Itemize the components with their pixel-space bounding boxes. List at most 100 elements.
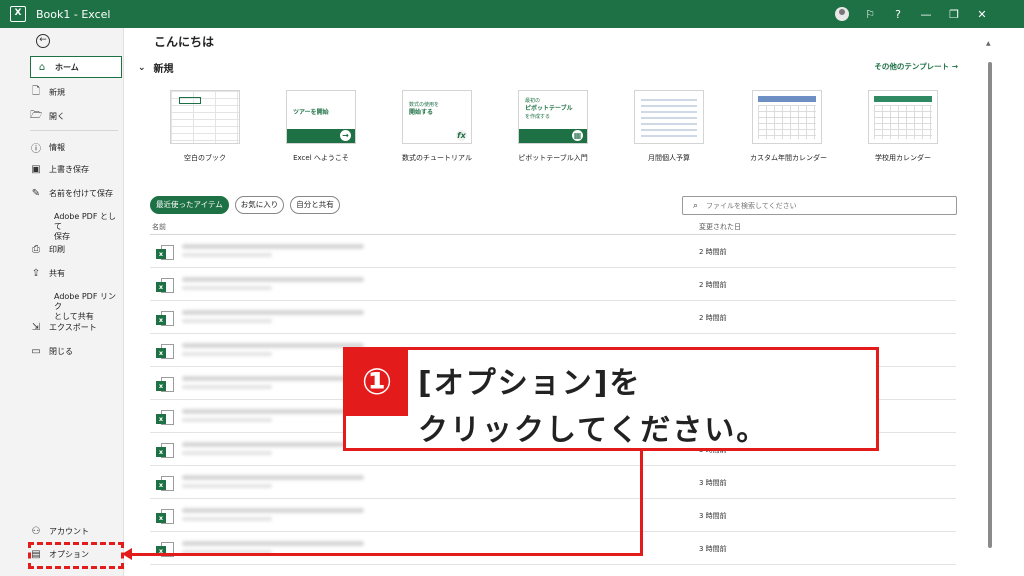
thumbnail-calendar-header [758, 96, 816, 102]
sidebar-item-label: 上書き保存 [49, 165, 89, 174]
back-arrow-icon[interactable]: ← [36, 34, 50, 48]
table-row[interactable]: x3 時間前 [150, 532, 956, 565]
scroll-up-arrow-icon[interactable]: ▲ [986, 40, 991, 47]
blurred-file-path [182, 517, 272, 521]
blurred-file-name [182, 475, 364, 480]
tab-favorites[interactable]: お気に入り [234, 196, 285, 214]
template-thumbnail [868, 90, 938, 144]
help-button[interactable]: ? [884, 0, 912, 28]
close-window-button[interactable]: ✕ [968, 0, 996, 28]
table-row[interactable]: x3 時間前 [150, 499, 956, 532]
table-row[interactable]: x 2 時間前 [150, 235, 956, 268]
thumbnail-text: 数式の使用を [409, 102, 440, 108]
blurred-file-name [182, 508, 364, 513]
sidebar-item-open[interactable]: 🗁 開く [30, 108, 122, 125]
modified-time: 2 時間前 [699, 248, 727, 256]
template-formula-tutorial[interactable]: 数式の使用を 開始する fx 数式のチュートリアル [400, 90, 474, 163]
template-welcome-to-excel[interactable]: ツアーを開始 → Excel へようこそ [284, 90, 358, 163]
scroll-thumb[interactable] [988, 62, 992, 548]
sidebar-divider [30, 130, 118, 131]
blurred-file-name [182, 343, 364, 348]
sidebar-item-print[interactable]: ⎙ 印刷 [30, 244, 122, 255]
pivot-icon: ▦ [572, 130, 583, 141]
account-avatar-button[interactable] [828, 0, 856, 28]
sidebar-item-label: Adobe PDF リンク [54, 292, 116, 311]
sidebar-item-home[interactable]: ⌂ ホーム [30, 56, 122, 78]
new-document-icon: 🗋 [31, 86, 41, 97]
thumbnail-calendar-grid [874, 105, 932, 139]
home-icon: ⌂ [38, 61, 46, 73]
sidebar-item-adobe-pdf-save[interactable]: Adobe PDF として 保存 [30, 212, 122, 242]
column-header-name[interactable]: 名前 [152, 222, 166, 232]
template-label: 月間個人予算 [648, 154, 690, 162]
blurred-file-path [182, 352, 272, 356]
template-thumbnail: ツアーを開始 → [286, 90, 356, 144]
thumbnail-calendar-header [874, 96, 932, 102]
blurred-file-name [182, 541, 364, 546]
restore-button[interactable]: ❐ [940, 0, 968, 28]
info-icon: ⓘ [31, 144, 41, 155]
template-annual-calendar[interactable]: カスタム年間カレンダー [750, 90, 827, 163]
chevron-down-icon: ⌄ [138, 62, 146, 73]
template-label: 数式のチュートリアル [402, 154, 472, 162]
sidebar-item-close[interactable]: ▭ 閉じる [30, 346, 122, 357]
blurred-file-name [182, 277, 364, 282]
table-row[interactable]: x 2 時間前 [150, 268, 956, 301]
sidebar-item-info[interactable]: ⓘ 情報 [30, 140, 122, 155]
more-templates-link[interactable]: その他のテンプレート → [874, 61, 958, 72]
blurred-file-path [182, 418, 272, 422]
window-title: Book1 - Excel [36, 7, 111, 21]
new-section-header[interactable]: ⌄ 新規 [138, 60, 174, 76]
save-icon: ▣ [31, 164, 41, 175]
template-label: 空白のブック [184, 154, 226, 162]
sidebar-item-share[interactable]: ⇪ 共有 [30, 268, 122, 279]
blurred-file-name [182, 310, 364, 315]
excel-file-icon: x [156, 278, 174, 294]
sidebar-item-new[interactable]: 🗋 新規 [30, 84, 122, 101]
instruction-callout: ① [オプション]を クリックしてください。 [343, 347, 879, 451]
sidebar-item-label: 共有 [49, 269, 65, 278]
search-input[interactable] [706, 201, 927, 210]
template-label: Excel へようこそ [293, 154, 349, 162]
minimize-button[interactable]: — [912, 0, 940, 28]
step-number-badge: ① [346, 350, 408, 416]
vertical-scrollbar[interactable]: ▲ [986, 40, 994, 576]
excel-file-icon: x [156, 311, 174, 327]
sidebar-item-label: 新規 [49, 88, 65, 97]
tab-shared-with-me[interactable]: 自分と共有 [290, 196, 340, 214]
thumbnail-text: ツアーを開始 [293, 109, 329, 116]
close-folder-icon: ▭ [31, 346, 41, 357]
blurred-file-name [182, 376, 364, 381]
template-pivot-table-intro[interactable]: 最初の ピボットテーブル を作成する ▦ ピボットテーブル入門 [516, 90, 590, 163]
template-school-calendar[interactable]: 学校用カレンダー [866, 90, 940, 163]
sidebar-item-account[interactable]: ⚇ アカウント [30, 526, 122, 537]
thumbnail-text: を作成する [525, 114, 551, 120]
minimize-icon: — [920, 7, 932, 21]
blurred-file-path [182, 253, 272, 257]
sidebar-item-save[interactable]: ▣ 上書き保存 [30, 164, 122, 175]
save-as-icon: ✎ [31, 188, 41, 199]
sidebar-item-label: 情報 [49, 143, 65, 152]
table-row[interactable]: x3 時間前 [150, 466, 956, 499]
blurred-file-path [182, 286, 272, 290]
tab-recent[interactable]: 最近使ったアイテム [150, 196, 229, 214]
column-header-modified[interactable]: 変更された日 [699, 222, 741, 232]
table-row[interactable]: x 2 時間前 [150, 301, 956, 334]
sidebar-item-save-as[interactable]: ✎ 名前を付けて保存 [30, 188, 122, 199]
template-label: カスタム年間カレンダー [750, 154, 827, 162]
thumbnail-text: ピボットテーブル [525, 105, 573, 112]
sidebar-item-export[interactable]: ⇲ エクスポート [30, 322, 122, 333]
feedback-button[interactable]: ⚐ [856, 0, 884, 28]
modified-time: 2 時間前 [699, 314, 727, 322]
sidebar-item-adobe-pdf-share[interactable]: Adobe PDF リンク として共有 [30, 292, 122, 322]
template-blank-workbook[interactable]: 空白のブック [168, 90, 242, 163]
sidebar-item-label: 名前を付けて保存 [49, 189, 113, 198]
template-monthly-budget[interactable]: 月間個人予算 [632, 90, 706, 163]
blurred-file-name [182, 244, 364, 249]
modified-time: 3 時間前 [699, 512, 727, 520]
sidebar-item-label: アカウント [49, 527, 89, 536]
file-search-box[interactable]: ⌕ [682, 196, 957, 215]
thumbnail-text: 開始する [409, 109, 434, 116]
thumbnail-calendar-grid [758, 105, 816, 139]
template-thumbnail: 数式の使用を 開始する fx [402, 90, 472, 144]
